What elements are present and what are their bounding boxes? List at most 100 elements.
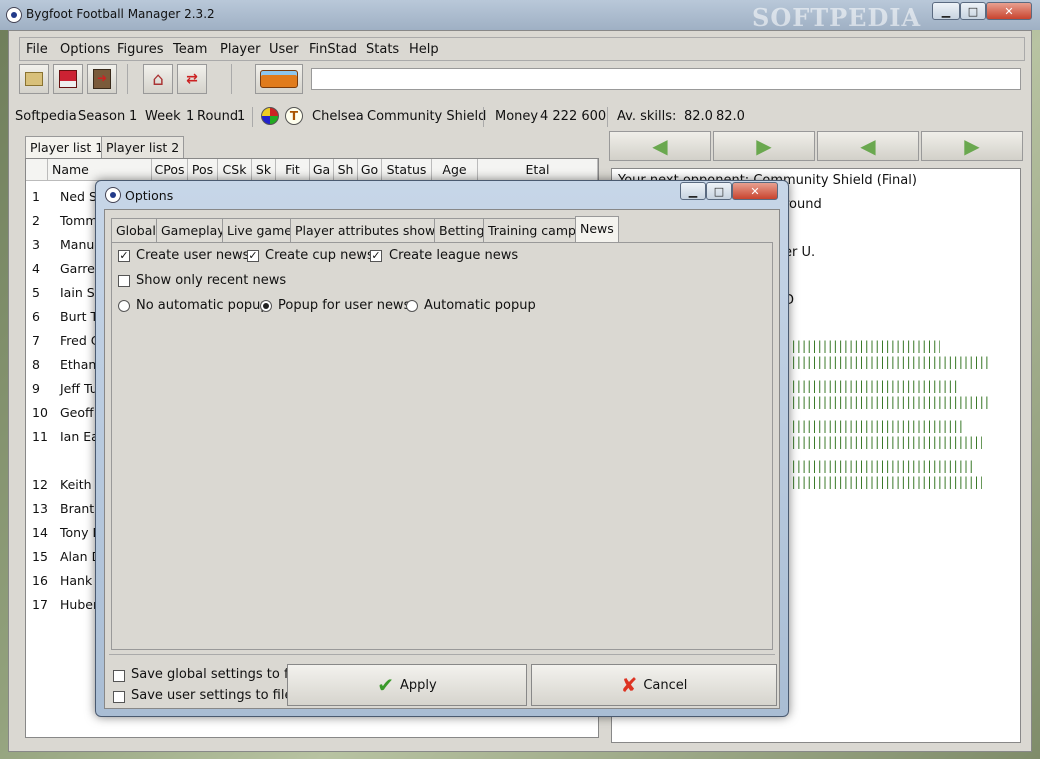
arrow-left-icon-2: ◀ bbox=[860, 134, 876, 158]
menu-player[interactable]: Player bbox=[220, 42, 260, 57]
show-only-recent-news-label[interactable]: Show only recent news bbox=[136, 273, 286, 288]
maximize-button[interactable]: □ bbox=[960, 2, 986, 20]
options-dialog-title: Options bbox=[125, 188, 174, 203]
news-options-page: ✓ Create user news ✓ Create cup news ✓ C… bbox=[111, 242, 773, 650]
dialog-maximize-button[interactable]: □ bbox=[706, 182, 732, 200]
no-automatic-popup-label[interactable]: No automatic popup bbox=[136, 298, 269, 313]
dialog-close-button[interactable]: ✕ bbox=[732, 182, 778, 200]
next-fixture-button[interactable]: ▶ bbox=[713, 131, 815, 161]
column-header-sh[interactable]: Sh bbox=[334, 159, 358, 181]
no-automatic-popup-radio[interactable] bbox=[118, 300, 130, 312]
menu-user[interactable]: User bbox=[269, 42, 299, 57]
column-header-pos[interactable]: Pos bbox=[188, 159, 218, 181]
save-icon bbox=[59, 70, 77, 88]
menu-figures[interactable]: Figures bbox=[117, 42, 163, 57]
tab-betting[interactable]: Betting bbox=[434, 218, 490, 242]
menu-stats[interactable]: Stats bbox=[366, 42, 399, 57]
open-button[interactable] bbox=[19, 64, 49, 94]
tab-training-camp[interactable]: Training camp bbox=[483, 218, 581, 242]
toolbar-separator bbox=[127, 64, 128, 94]
menu-bar: File Options Figures Team Player User Fi… bbox=[19, 37, 1025, 61]
column-header-cpos[interactable]: CPos bbox=[152, 159, 188, 181]
column-header-age[interactable]: Age bbox=[432, 159, 478, 181]
save-user-settings-checkbox[interactable] bbox=[113, 691, 125, 703]
tab-news[interactable]: News bbox=[575, 216, 619, 243]
arrow-right-icon-2: ▶ bbox=[964, 134, 980, 158]
arrow-right-icon: ▶ bbox=[756, 134, 772, 158]
popup-for-user-news-radio[interactable] bbox=[260, 300, 272, 312]
apply-button[interactable]: ✔ Apply bbox=[287, 664, 527, 706]
menu-file[interactable]: File bbox=[26, 42, 48, 57]
create-cup-news-checkbox[interactable]: ✓ bbox=[247, 250, 259, 262]
tab-gameplay[interactable]: Gameplay bbox=[156, 218, 230, 242]
tab-player-list-1[interactable]: Player list 1 bbox=[25, 136, 109, 158]
save-button[interactable] bbox=[53, 64, 83, 94]
options-dialog: Options ▁ □ ✕ Global Gameplay Live game … bbox=[95, 180, 789, 717]
avskills-value-1: 82.0 bbox=[684, 109, 713, 124]
menu-finstad[interactable]: FinStad bbox=[309, 42, 357, 57]
round-text: round bbox=[784, 197, 822, 212]
create-cup-news-label[interactable]: Create cup news bbox=[265, 248, 374, 263]
toolbar-text-field[interactable] bbox=[311, 68, 1021, 90]
column-header-ga[interactable]: Ga bbox=[310, 159, 334, 181]
minimize-button[interactable]: ▁ bbox=[932, 2, 960, 20]
prev-week-button[interactable]: ◀ bbox=[817, 131, 919, 161]
tab-player-attributes-shown[interactable]: Player attributes shown bbox=[290, 218, 449, 242]
week-value: 1 bbox=[186, 109, 195, 124]
prev-fixture-button[interactable]: ◀ bbox=[609, 131, 711, 161]
menu-team[interactable]: Team bbox=[173, 42, 207, 57]
home-button[interactable]: ⌂ bbox=[143, 64, 173, 94]
menu-options[interactable]: Options bbox=[60, 42, 110, 57]
transfer-button[interactable]: ⇄ bbox=[177, 64, 207, 94]
create-user-news-label[interactable]: Create user news bbox=[136, 248, 249, 263]
dialog-minimize-button[interactable]: ▁ bbox=[680, 182, 706, 200]
create-user-news-checkbox[interactable]: ✓ bbox=[118, 250, 130, 262]
row-number: 15 bbox=[32, 549, 48, 564]
apply-label: Apply bbox=[400, 677, 437, 693]
column-header-name[interactable]: Name bbox=[48, 159, 152, 181]
week-label: Week bbox=[145, 109, 181, 124]
cancel-x-icon: ✘ bbox=[620, 673, 638, 697]
money-value: 4 222 600 bbox=[540, 109, 607, 124]
create-league-news-label[interactable]: Create league news bbox=[389, 248, 518, 263]
column-header-csk[interactable]: CSk bbox=[218, 159, 252, 181]
tab-player-list-2[interactable]: Player list 2 bbox=[101, 136, 185, 158]
show-only-recent-news-checkbox[interactable] bbox=[118, 275, 130, 287]
skill-bar-5: ||||||||||||||||||||||||||||||||||||||||… bbox=[790, 419, 964, 433]
row-number: 12 bbox=[32, 477, 48, 492]
bus-button[interactable] bbox=[255, 64, 303, 94]
next-week-button[interactable]: ▶ bbox=[921, 131, 1023, 161]
automatic-popup-radio[interactable] bbox=[406, 300, 418, 312]
automatic-popup-label[interactable]: Automatic popup bbox=[424, 298, 536, 313]
menu-help[interactable]: Help bbox=[409, 42, 439, 57]
round-label: Round bbox=[197, 109, 239, 124]
row-number: 6 bbox=[32, 309, 40, 324]
column-header-fit[interactable]: Fit bbox=[276, 159, 310, 181]
save-user-settings-label[interactable]: Save user settings to file bbox=[131, 688, 292, 703]
save-global-settings-checkbox[interactable] bbox=[113, 670, 125, 682]
arrow-left-icon: ◀ bbox=[652, 134, 668, 158]
cancel-label: Cancel bbox=[643, 677, 688, 693]
status-separator-2 bbox=[483, 107, 484, 127]
cancel-button[interactable]: ✘ Cancel bbox=[531, 664, 777, 706]
save-global-settings-label[interactable]: Save global settings to file bbox=[131, 667, 304, 682]
column-header-etal[interactable]: Etal bbox=[478, 159, 598, 181]
row-number: 3 bbox=[32, 237, 40, 252]
popup-for-user-news-label[interactable]: Popup for user news bbox=[278, 298, 410, 313]
create-league-news-checkbox[interactable]: ✓ bbox=[370, 250, 382, 262]
row-number: 4 bbox=[32, 261, 40, 276]
row-number: 11 bbox=[32, 429, 48, 444]
status-separator bbox=[252, 107, 253, 127]
close-button[interactable]: ✕ bbox=[986, 2, 1032, 20]
row-number: 7 bbox=[32, 333, 40, 348]
column-header-go[interactable]: Go bbox=[358, 159, 382, 181]
column-header-sk[interactable]: Sk bbox=[252, 159, 276, 181]
exit-button[interactable]: ➜ bbox=[87, 64, 117, 94]
season-value: 1 bbox=[129, 109, 138, 124]
tab-global[interactable]: Global bbox=[111, 218, 161, 242]
league-icon bbox=[261, 107, 279, 125]
options-dialog-body: Global Gameplay Live game Player attribu… bbox=[104, 209, 780, 709]
tab-live-game[interactable]: Live game bbox=[222, 218, 297, 242]
column-header-num bbox=[26, 159, 48, 181]
column-header-status[interactable]: Status bbox=[382, 159, 432, 181]
